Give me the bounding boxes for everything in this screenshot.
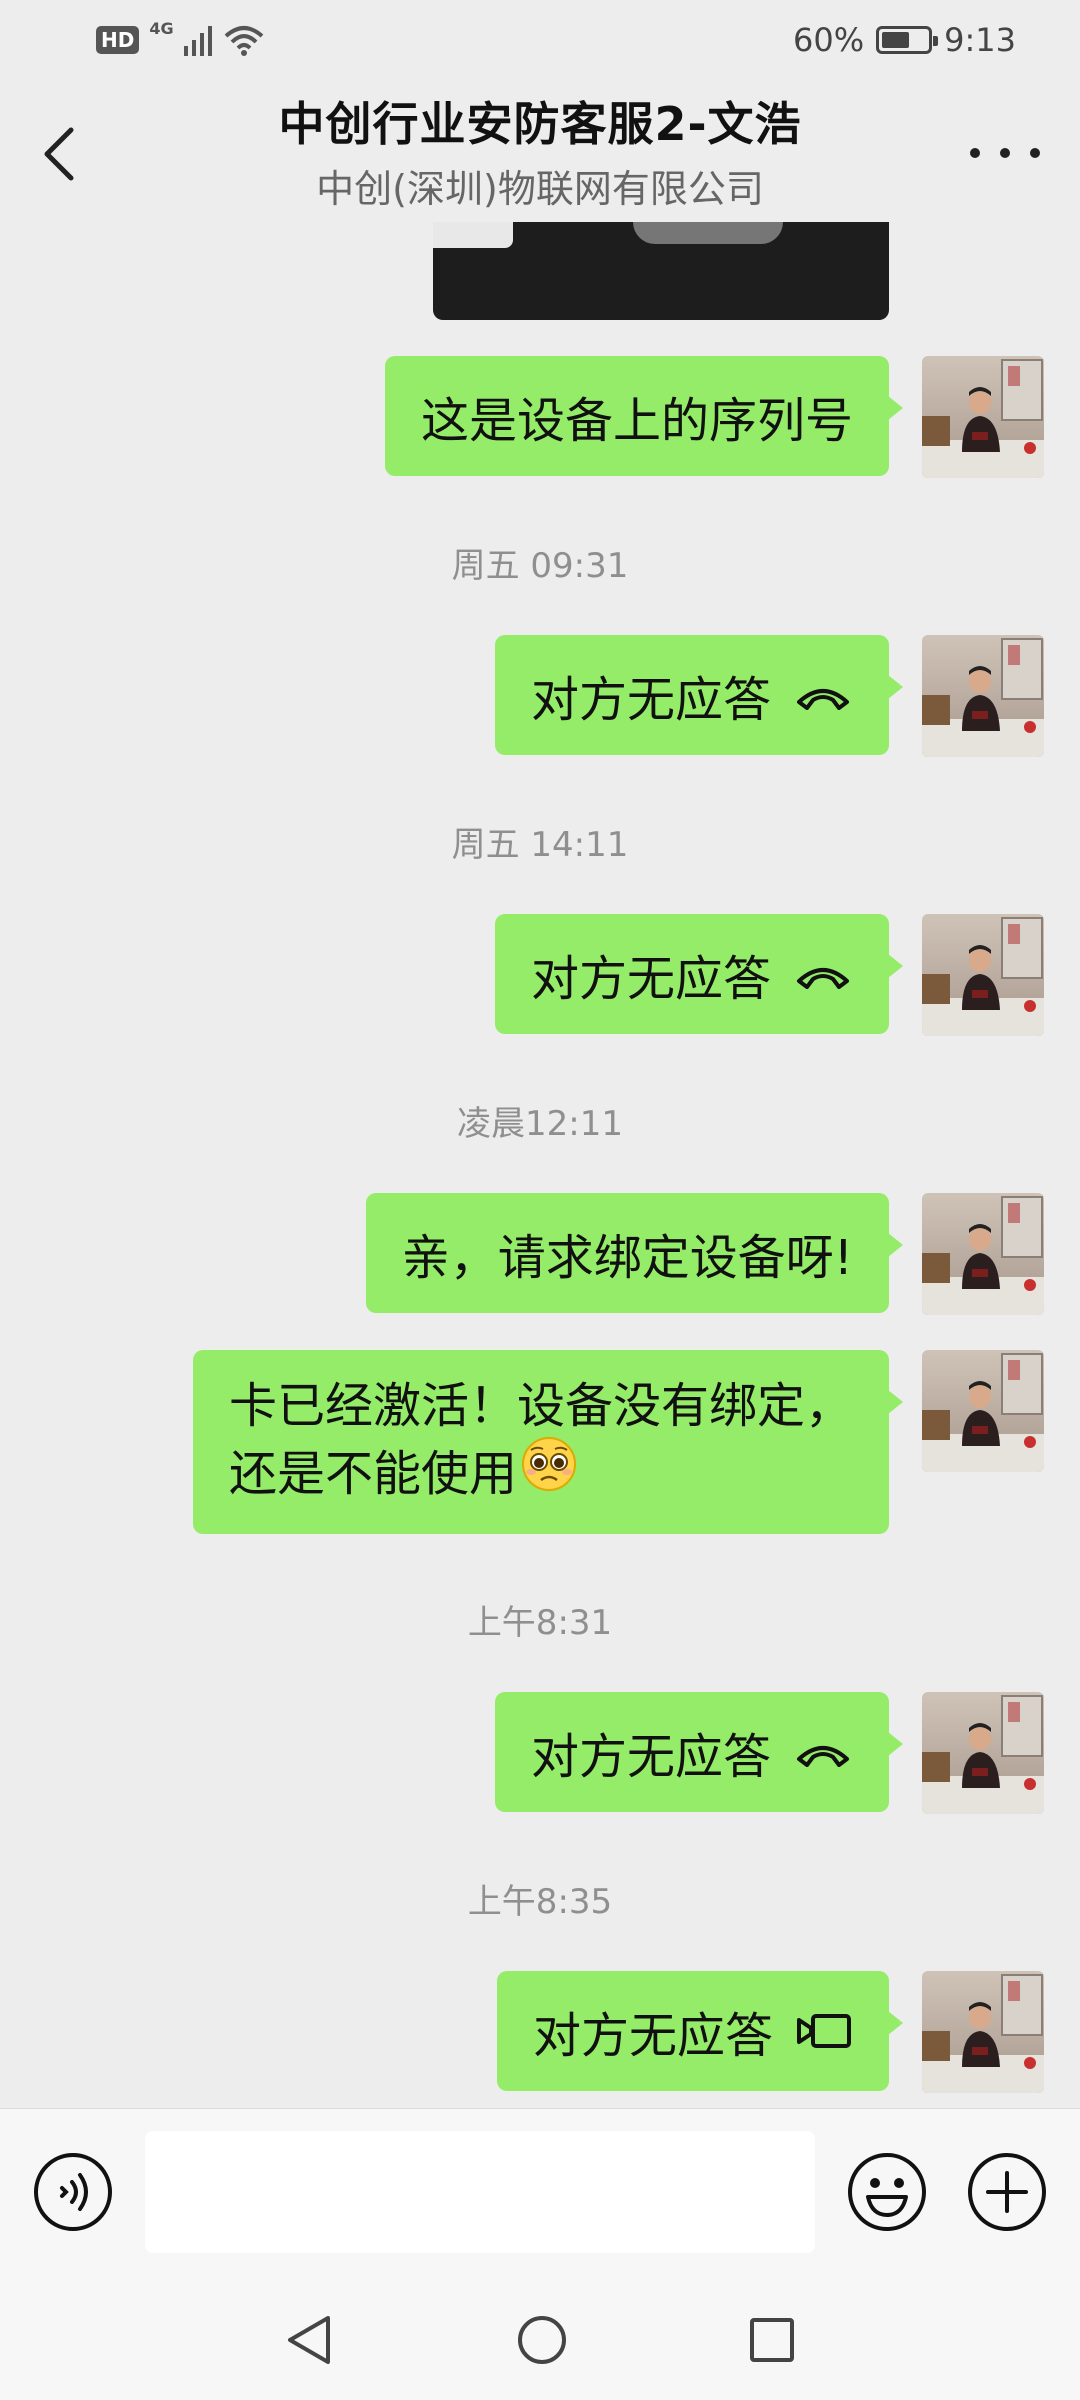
circle-home-icon xyxy=(518,2316,566,2364)
more-dot xyxy=(1030,148,1040,158)
image-content xyxy=(433,222,513,248)
avatar[interactable] xyxy=(922,914,1044,1036)
battery-percent: 60% xyxy=(793,21,865,59)
message-bubble[interactable]: 卡已经激活！设备没有绑定， 还是不能使用 xyxy=(192,1350,904,1534)
phone-hangup-icon xyxy=(793,680,853,710)
avatar[interactable] xyxy=(922,1350,1044,1472)
message-text: 亲，请求绑定设备呀! xyxy=(401,1230,853,1286)
avatar[interactable] xyxy=(922,1692,1044,1814)
chat-subtitle: 中创(深圳)物联网有限公司 xyxy=(316,167,764,211)
nav-back-button[interactable] xyxy=(282,2310,338,2370)
plus-button[interactable] xyxy=(966,2151,1048,2233)
message-bubble[interactable]: 亲，请求绑定设备呀! xyxy=(365,1193,904,1313)
phone-hangup-icon xyxy=(793,1737,853,1767)
timestamp: 周五 09:31 xyxy=(451,546,629,586)
more-button[interactable] xyxy=(970,128,1040,178)
call-message[interactable]: 对方无应答 xyxy=(494,635,904,755)
battery-level xyxy=(882,32,909,48)
call-message[interactable]: 对方无应答 xyxy=(494,914,904,1034)
phone-hangup-icon xyxy=(793,959,853,989)
chat-title: 中创行业安防客服2-文浩 xyxy=(278,97,802,151)
message-text: 还是不能使用 xyxy=(228,1446,517,1502)
chat-area[interactable]: 这是设备上的序列号 周五 09:31 对方无应答 周五 14:11 对方无应答 … xyxy=(0,222,1080,2108)
pleading-face-emoji xyxy=(521,1436,577,1510)
message-bubble[interactable]: 这是设备上的序列号 xyxy=(384,356,904,476)
wifi-icon xyxy=(224,26,263,56)
message-text: 对方无应答 xyxy=(532,2008,773,2064)
timestamp: 周五 14:11 xyxy=(451,825,629,865)
status-right: 60% 9:13 xyxy=(793,18,1016,62)
nav-recents-button[interactable] xyxy=(744,2310,800,2370)
message-text: 对方无应答 xyxy=(530,951,771,1007)
image-content xyxy=(633,222,783,244)
battery-icon xyxy=(876,26,939,54)
input-bar xyxy=(0,2108,1080,2281)
voice-button[interactable] xyxy=(32,2151,114,2233)
more-dot xyxy=(1000,148,1010,158)
message-text: 对方无应答 xyxy=(530,672,771,728)
chat-header: 中创行业安防客服2-文浩 中创(深圳)物联网有限公司 xyxy=(0,80,1080,222)
triangle-back-icon xyxy=(288,2316,330,2364)
emoji-icon xyxy=(848,2153,926,2231)
timestamp: 凌晨12:11 xyxy=(457,1104,623,1144)
avatar[interactable] xyxy=(922,1971,1044,2093)
avatar[interactable] xyxy=(922,1193,1044,1315)
message-text-line: 还是不能使用 xyxy=(228,1437,853,1514)
call-message[interactable]: 对方无应答 xyxy=(494,1692,904,1812)
timestamp: 上午8:35 xyxy=(467,1882,613,1922)
system-nav-bar xyxy=(0,2280,1080,2400)
nav-home-button[interactable] xyxy=(514,2310,570,2370)
status-bar: HD 4G 60% 9:13 xyxy=(0,0,1080,80)
emoji-button[interactable] xyxy=(846,2151,928,2233)
image-message[interactable] xyxy=(433,222,889,320)
message-text-line: 卡已经激活！设备没有绑定， xyxy=(228,1378,853,1434)
hd-badge: HD xyxy=(96,26,140,54)
call-message[interactable]: 对方无应答 xyxy=(496,1971,904,2091)
plus-icon xyxy=(968,2153,1046,2231)
network-type: 4G xyxy=(149,18,174,38)
message-input[interactable] xyxy=(145,2131,815,2253)
message-text: 这是设备上的序列号 xyxy=(420,393,853,449)
square-recents-icon xyxy=(750,2318,794,2362)
video-call-icon xyxy=(795,2012,853,2050)
more-dots-icon xyxy=(970,148,980,158)
clock: 9:13 xyxy=(944,21,1016,59)
avatar[interactable] xyxy=(922,635,1044,757)
signal-icon xyxy=(183,26,212,56)
voice-icon xyxy=(34,2153,112,2231)
timestamp: 上午8:31 xyxy=(467,1603,613,1643)
avatar[interactable] xyxy=(922,356,1044,478)
status-left: HD 4G xyxy=(96,18,264,60)
message-text: 对方无应答 xyxy=(530,1729,771,1785)
